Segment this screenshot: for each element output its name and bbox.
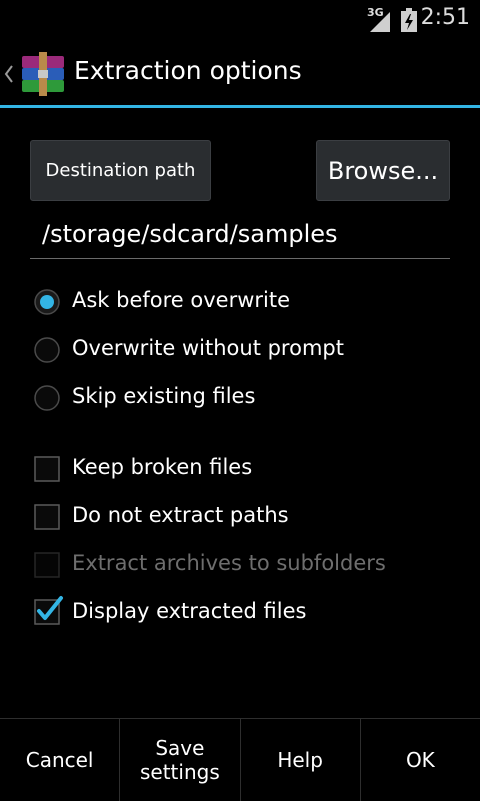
option-label: Ask before overwrite bbox=[72, 288, 291, 312]
help-button[interactable]: Help bbox=[241, 719, 361, 801]
save-settings-button[interactable]: Save settings bbox=[120, 719, 241, 801]
radio-ask-before-overwrite[interactable]: Ask before overwrite bbox=[30, 280, 450, 324]
browse-button[interactable]: Browse... bbox=[316, 140, 450, 201]
option-label: Extract archives to subfolders bbox=[72, 551, 386, 575]
help-label: Help bbox=[277, 748, 323, 772]
checkbox-checked-icon bbox=[34, 596, 63, 625]
destination-path-button[interactable]: Destination path bbox=[30, 140, 211, 201]
destination-path-value: /storage/sdcard/samples bbox=[42, 220, 338, 248]
checkbox-unchecked-icon bbox=[34, 504, 60, 530]
checkbox-keep-broken-files[interactable]: Keep broken files bbox=[30, 447, 450, 491]
cancel-button[interactable]: Cancel bbox=[0, 719, 121, 801]
radio-unselected-icon bbox=[34, 385, 60, 411]
radio-skip-existing-files[interactable]: Skip existing files bbox=[30, 376, 450, 420]
checkbox-do-not-extract-paths[interactable]: Do not extract paths bbox=[30, 495, 450, 539]
radio-selected-icon bbox=[34, 289, 60, 315]
browse-label: Browse... bbox=[327, 156, 439, 185]
ok-button[interactable]: OK bbox=[361, 719, 480, 801]
chevron-left-icon[interactable] bbox=[4, 64, 14, 84]
ok-label: OK bbox=[405, 748, 435, 772]
option-label: Keep broken files bbox=[72, 455, 253, 479]
option-label: Display extracted files bbox=[72, 599, 307, 623]
checkbox-display-extracted-files[interactable]: Display extracted files bbox=[30, 591, 450, 635]
radio-unselected-icon bbox=[34, 337, 60, 363]
battery-charging-icon bbox=[401, 8, 417, 32]
checkbox-disabled-icon bbox=[34, 552, 60, 578]
destination-path-label: Destination path bbox=[45, 160, 196, 181]
save-settings-label: Save settings bbox=[139, 736, 220, 784]
option-label: Overwrite without prompt bbox=[72, 336, 344, 360]
bottom-button-bar: Cancel Save settings Help OK bbox=[0, 718, 480, 801]
winrar-books-icon[interactable] bbox=[20, 52, 66, 96]
option-label: Skip existing files bbox=[72, 384, 256, 408]
clock: 2:51 bbox=[420, 5, 470, 30]
action-bar: Extraction options bbox=[0, 38, 480, 108]
option-label: Do not extract paths bbox=[72, 503, 289, 527]
cancel-label: Cancel bbox=[25, 748, 94, 772]
destination-path-input[interactable]: /storage/sdcard/samples bbox=[30, 215, 450, 259]
status-bar: 3G 2:51 bbox=[0, 0, 480, 38]
page-title: Extraction options bbox=[74, 56, 302, 85]
signal-icon bbox=[370, 12, 390, 32]
radio-overwrite-without-prompt[interactable]: Overwrite without prompt bbox=[30, 328, 450, 372]
checkbox-unchecked-icon bbox=[34, 456, 60, 482]
checkbox-extract-archives-to-subfolders: Extract archives to subfolders bbox=[30, 543, 450, 587]
